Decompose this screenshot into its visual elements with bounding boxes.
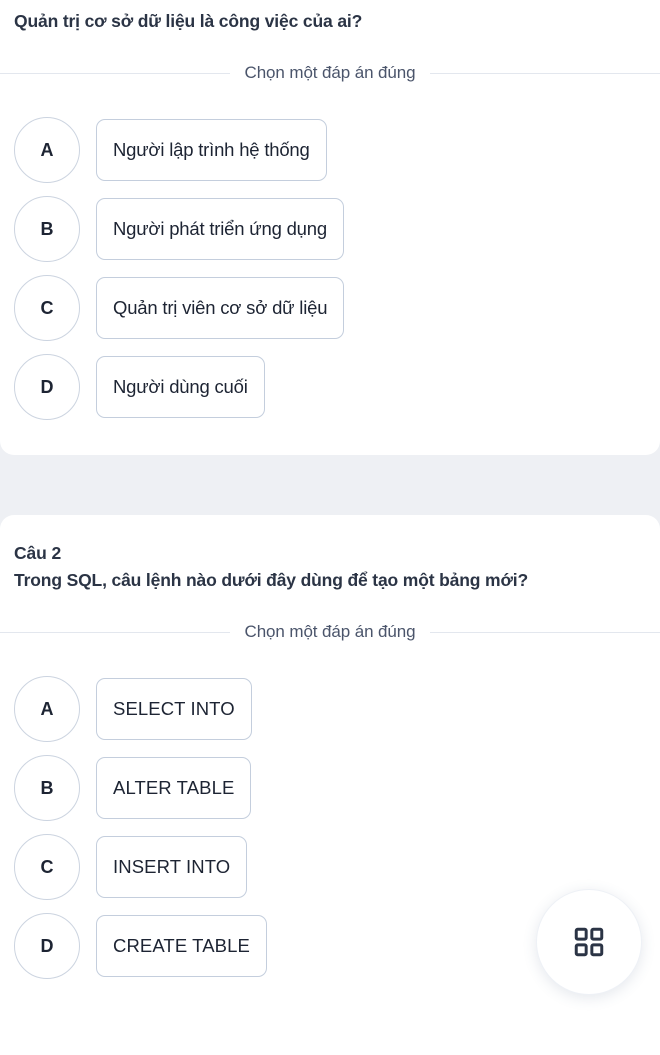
option-text-c[interactable]: Quản trị viên cơ sở dữ liệu xyxy=(96,277,345,340)
choose-one-divider-2: Chọn một đáp án đúng xyxy=(0,615,660,649)
option-letter-d[interactable]: D xyxy=(14,913,80,980)
question-card-1: Quản trị cơ sở dữ liệu là công việc của … xyxy=(0,0,660,455)
question-grid-button[interactable] xyxy=(536,889,642,995)
choose-one-label: Chọn một đáp án đúng xyxy=(244,622,416,642)
option-letter-c[interactable]: C xyxy=(14,834,80,901)
option-row-a[interactable]: A Người lập trình hệ thống xyxy=(14,117,646,184)
question-1-text: Quản trị cơ sở dữ liệu là công việc của … xyxy=(14,11,363,31)
option-text-c[interactable]: INSERT INTO xyxy=(96,836,248,899)
divider-rule-right xyxy=(430,631,660,633)
option-text-d[interactable]: CREATE TABLE xyxy=(96,915,267,978)
option-text-a[interactable]: SELECT INTO xyxy=(96,678,252,741)
divider-rule-right xyxy=(430,72,660,74)
grid-2x2-icon xyxy=(572,925,606,959)
option-letter-a[interactable]: A xyxy=(14,676,80,743)
option-letter-c[interactable]: C xyxy=(14,275,80,342)
question-2-text: Trong SQL, câu lệnh nào dưới đây dùng để… xyxy=(14,570,529,591)
option-text-a[interactable]: Người lập trình hệ thống xyxy=(96,119,327,182)
choose-one-divider-1: Chọn một đáp án đúng xyxy=(0,56,660,90)
option-row-d[interactable]: D Người dùng cuối xyxy=(14,354,646,421)
quiz-page: Quản trị cơ sở dữ liệu là công việc của … xyxy=(0,0,660,1055)
option-row-c[interactable]: C Quản trị viên cơ sở dữ liệu xyxy=(14,275,646,342)
option-text-b[interactable]: ALTER TABLE xyxy=(96,757,252,820)
option-row-b[interactable]: B ALTER TABLE xyxy=(14,755,646,822)
option-text-b[interactable]: Người phát triển ứng dụng xyxy=(96,198,344,261)
option-letter-b[interactable]: B xyxy=(14,196,80,263)
option-letter-b[interactable]: B xyxy=(14,755,80,822)
divider-rule-left xyxy=(0,72,230,74)
option-row-a[interactable]: A SELECT INTO xyxy=(14,676,646,743)
option-letter-d[interactable]: D xyxy=(14,354,80,421)
choose-one-label: Chọn một đáp án đúng xyxy=(244,63,416,83)
question-2-heading: Câu 2 Trong SQL, câu lệnh nào dưới đây d… xyxy=(0,515,660,594)
option-letter-a[interactable]: A xyxy=(14,117,80,184)
option-row-b[interactable]: B Người phát triển ứng dụng xyxy=(14,196,646,263)
question-1-options: A Người lập trình hệ thống B Người phát … xyxy=(0,117,660,421)
divider-rule-left xyxy=(0,631,230,633)
option-text-d[interactable]: Người dùng cuối xyxy=(96,356,265,419)
option-row-c[interactable]: C INSERT INTO xyxy=(14,834,646,901)
question-1-heading: Quản trị cơ sở dữ liệu là công việc của … xyxy=(0,0,660,35)
question-2-number: Câu 2 xyxy=(14,543,62,563)
